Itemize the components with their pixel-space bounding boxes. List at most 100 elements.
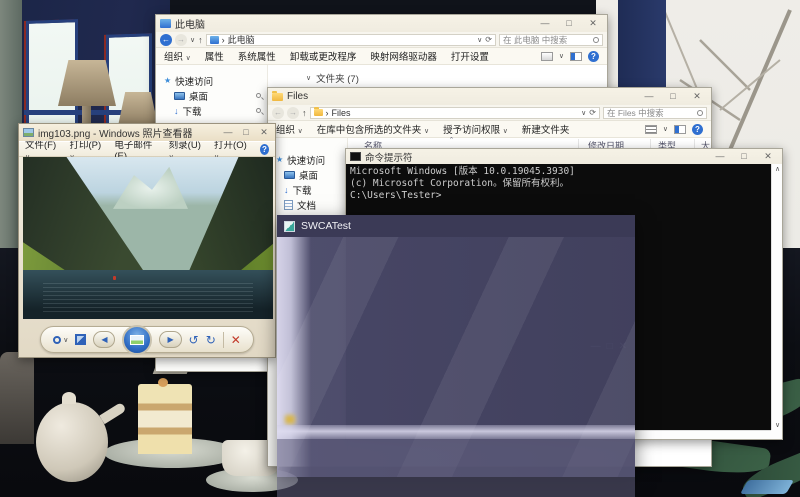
refresh-icon[interactable]: ⟳ [589, 108, 596, 117]
swcatest-app-icon [284, 221, 295, 232]
view-dropdown-icon[interactable]: ∨ [559, 52, 564, 60]
sidebar-item-documents[interactable]: 文档 [268, 197, 347, 212]
this-pc-title: 此电脑 [175, 16, 205, 31]
refresh-icon[interactable]: ⟳ [485, 35, 492, 44]
minimize-button[interactable]: — [533, 16, 557, 31]
back-button[interactable]: ← [272, 107, 284, 119]
toolbar-map-network-drive[interactable]: 映射网络驱动器 [370, 49, 437, 63]
close-button[interactable]: ✕ [685, 89, 709, 104]
toolbar-organize[interactable]: 组织 ∨ [164, 49, 191, 63]
up-button[interactable]: ↑ [302, 108, 307, 118]
minimize-button[interactable]: — [219, 125, 237, 140]
back-button[interactable]: ← [160, 34, 172, 46]
files-titlebar[interactable]: Files — □ ✕ [268, 88, 711, 105]
this-pc-address-bar[interactable]: › 此电脑 ∨ ⟳ [206, 34, 496, 46]
teapot [36, 402, 108, 482]
cmd-prompt: C:\Users\Tester> [350, 190, 767, 202]
scroll-down-icon[interactable]: ∨ [772, 421, 783, 429]
pin-icon [256, 108, 261, 113]
address-chevron: › [326, 108, 329, 118]
sidebar-item-quick-access[interactable]: ★ 快速访问 [268, 152, 347, 167]
previous-icon: ◀ [101, 335, 107, 344]
close-button[interactable]: ✕ [581, 16, 605, 31]
address-dropdown-icon[interactable]: ∨ [581, 109, 586, 117]
maximize-button[interactable]: □ [237, 125, 255, 140]
swcatest-titlebar[interactable]: SWCATest — □ ✕ [277, 215, 635, 237]
files-search-input[interactable]: 在 Files 中搜索 [603, 107, 707, 119]
actual-size-icon[interactable] [75, 334, 86, 345]
delete-button[interactable]: ✕ [231, 333, 241, 347]
toolbar-properties[interactable]: 属性 [205, 49, 224, 63]
preview-pane-icon[interactable] [570, 52, 582, 61]
dropdown-icon: ∨ [186, 55, 191, 62]
maximize-button[interactable]: □ [557, 16, 581, 31]
address-text: Files [332, 108, 351, 118]
desktop: 此电脑 — □ ✕ ← → ∨ ↑ › 此电脑 ∨ ⟳ 在 此电脑 中搜索 [0, 0, 800, 497]
cmd-vertical-scrollbar[interactable]: ∧ ∨ [771, 164, 782, 430]
forward-button[interactable]: → [175, 34, 187, 46]
list-view-icon[interactable] [645, 125, 657, 134]
files-address-row: ← → ↑ › Files ∨ ⟳ 在 Files 中搜索 [268, 105, 711, 121]
toolbar-organize[interactable]: 组织 ∨ [276, 122, 303, 136]
next-icon: ▶ [167, 335, 173, 344]
cmd-icon [350, 152, 361, 161]
photo-far-peaks [113, 167, 188, 209]
help-button[interactable]: ? [260, 144, 269, 155]
cmd-title: 命令提示符 [365, 150, 413, 164]
magnifier-icon [53, 336, 61, 344]
previous-button[interactable]: ◀ [93, 331, 115, 348]
minimize-button[interactable]: — [708, 150, 732, 163]
toolbar-system-properties[interactable]: 系统属性 [238, 49, 276, 63]
files-address-bar[interactable]: › Files ∨ ⟳ [310, 107, 601, 119]
cmd-titlebar[interactable]: 命令提示符 — □ ✕ [346, 149, 782, 164]
toolbar-open-settings[interactable]: 打开设置 [451, 49, 489, 63]
slideshow-button[interactable] [122, 325, 152, 355]
maximize-button[interactable]: □ [732, 150, 756, 163]
history-dropdown-icon[interactable]: ∨ [190, 36, 195, 44]
scroll-up-icon[interactable]: ∧ [772, 165, 783, 173]
toolbar-include-in-library[interactable]: 在库中包含所选的文件夹 ∨ [317, 122, 429, 136]
next-button[interactable]: ▶ [159, 331, 181, 348]
photo-viewer-titlebar[interactable]: img103.png - Windows 照片查看器 — □ ✕ [19, 124, 275, 141]
pin-icon [256, 93, 261, 98]
frosted-folder-glimpse [285, 415, 295, 424]
rotate-right-button[interactable]: ↻ [206, 333, 216, 347]
this-pc-toolbar: 组织 ∨ 属性 系统属性 卸载或更改程序 映射网络驱动器 打开设置 ∨ ? [156, 48, 607, 65]
toolbar-uninstall-program[interactable]: 卸载或更改程序 [290, 49, 357, 63]
rotate-left-button[interactable]: ↺ [189, 333, 199, 347]
search-icon [593, 37, 599, 43]
minimize-button[interactable]: — [637, 89, 661, 104]
preview-pane-icon[interactable] [674, 125, 686, 134]
zoom-button[interactable]: ∨ [53, 336, 68, 344]
swcatest-client-area[interactable] [277, 237, 635, 477]
toolbar-give-access[interactable]: 授予访问权限 ∨ [443, 122, 508, 136]
this-pc-titlebar[interactable]: 此电脑 — □ ✕ [156, 15, 607, 32]
dropdown-icon: ∨ [298, 128, 303, 135]
sort-caret-icon: ˆ [450, 136, 453, 146]
swcatest-translucent-band [277, 425, 635, 439]
sidebar-item-downloads[interactable]: ↓ 下载 [268, 182, 347, 197]
help-button[interactable]: ? [692, 124, 703, 135]
maximize-button[interactable]: □ [661, 89, 685, 104]
sidebar-item-desktop[interactable]: 桌面 [268, 167, 347, 182]
help-button[interactable]: ? [588, 51, 599, 62]
folders-section-header[interactable]: ∨ 文件夹 (7) [268, 65, 607, 85]
sidebar-item-desktop[interactable]: 桌面 [156, 88, 267, 103]
close-button[interactable]: ✕ [756, 150, 780, 163]
files-folder-icon [272, 93, 283, 101]
dropdown-icon: ∨ [424, 128, 429, 135]
forward-button[interactable]: → [287, 107, 299, 119]
up-button[interactable]: ↑ [198, 35, 203, 45]
toolbar-new-folder[interactable]: 新建文件夹 [522, 122, 570, 136]
address-dropdown-icon[interactable]: ∨ [477, 36, 482, 44]
view-dropdown-icon[interactable]: ∨ [663, 125, 668, 133]
close-button[interactable]: ✕ [255, 125, 273, 140]
this-pc-icon [160, 19, 171, 28]
this-pc-search-input[interactable]: 在 此电脑 中搜索 [499, 34, 603, 46]
sidebar-item-downloads[interactable]: ↓ 下载 [156, 103, 267, 118]
cake-topping [158, 378, 168, 387]
search-icon [697, 110, 703, 116]
view-options-icon[interactable] [541, 52, 553, 61]
sidebar-item-quick-access[interactable]: ★ 快速访问 [156, 73, 267, 88]
photo-hiker [113, 276, 116, 280]
